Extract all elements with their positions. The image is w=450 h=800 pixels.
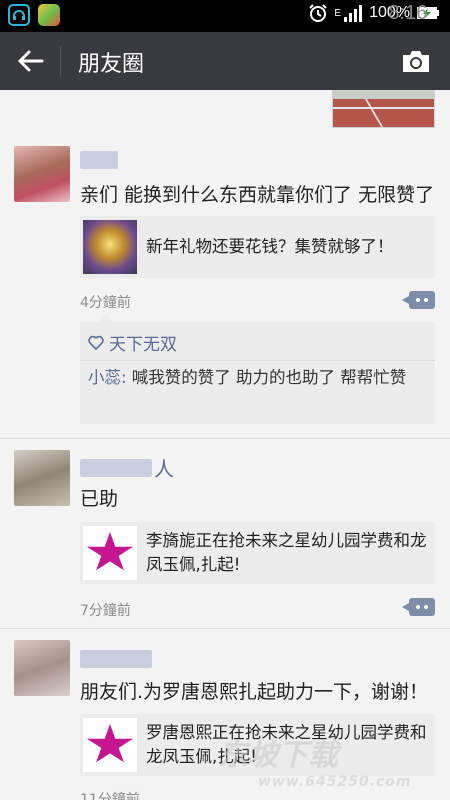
feed-post: 人 已助 李旖旎正在抢未来之星幼儿园学费和龙凤玉佩,扎起! 7分鐘前 xyxy=(0,438,450,629)
avatar[interactable] xyxy=(14,450,70,506)
post-author-name[interactable]: 人 xyxy=(80,457,174,481)
moments-feed[interactable]: 亲们 能换到什么东西就靠你们了 无限赞了 新年礼物还要花钱？集赞就够了！ 4分鐘… xyxy=(0,90,450,800)
comment-text: 喊我赞的赞了 助力的也助了 帮帮忙赞 xyxy=(126,368,407,387)
app-notification-icon xyxy=(38,4,60,26)
signal-icon xyxy=(344,5,363,22)
shared-link-thumbnail xyxy=(83,526,137,580)
feed-post: 亲们 能换到什么东西就靠你们了 无限赞了 新年礼物还要花钱？集赞就够了！ 4分鐘… xyxy=(0,130,450,439)
post-text: 已助 xyxy=(80,488,119,510)
shared-link-thumbnail xyxy=(83,220,137,274)
shared-link-card[interactable]: 新年礼物还要花钱？集赞就够了！ xyxy=(80,216,435,278)
avatar[interactable] xyxy=(14,640,70,696)
network-type: E xyxy=(334,7,342,19)
post-time: 7分鐘前 xyxy=(80,603,131,619)
camera-button[interactable] xyxy=(400,46,432,76)
clock: 8:16 xyxy=(388,1,428,24)
alarm-icon xyxy=(309,4,328,22)
post-time: 11分鐘前 xyxy=(80,792,140,800)
watermark-text: 东坡下载 xyxy=(218,738,338,773)
shared-link-title: 李旖旎正在抢未来之星幼儿园学费和龙凤玉佩,扎起! xyxy=(146,531,427,574)
watermark: 东坡下载 www.645250.com xyxy=(218,730,448,800)
shared-link-title: 新年礼物还要花钱？集赞就够了！ xyxy=(146,237,394,256)
logo-star-icon xyxy=(86,532,134,571)
back-button[interactable] xyxy=(14,46,48,76)
shared-link-card[interactable]: 李旖旎正在抢未来之星幼儿园学费和龙凤玉佩,扎起! xyxy=(80,522,435,584)
arrow-left-icon xyxy=(18,50,44,72)
previous-post-photo[interactable] xyxy=(332,90,435,128)
camera-icon xyxy=(403,51,429,72)
liker-name[interactable]: 天下无双 xyxy=(109,330,177,355)
commenter-name[interactable]: 小蕊: xyxy=(88,368,127,387)
heart-icon xyxy=(88,335,104,350)
shared-link-thumbnail xyxy=(83,718,137,772)
logo-star-icon xyxy=(86,724,134,763)
page-title: 朋友圈 xyxy=(78,52,145,77)
avatar[interactable] xyxy=(14,146,70,202)
comment-button[interactable] xyxy=(402,291,435,309)
status-bar: E 100% 8:16 xyxy=(0,0,450,32)
comment-button[interactable] xyxy=(402,598,435,616)
comment-item[interactable]: 小蕊: 喊我赞的赞了 助力的也助了 帮帮忙赞 xyxy=(88,366,426,390)
post-author-name[interactable] xyxy=(80,650,152,668)
likes-comments-panel: 天下无双 小蕊: 喊我赞的赞了 助力的也助了 帮帮忙赞 xyxy=(80,314,435,424)
post-text: 亲们 能换到什么东西就靠你们了 无限赞了 xyxy=(80,184,435,206)
app-bar-divider xyxy=(60,46,61,76)
headset-notification-icon xyxy=(8,4,30,26)
post-time: 4分鐘前 xyxy=(80,295,131,311)
post-text: 朋友们.为罗唐恩熙扎起助力一下，谢谢！ xyxy=(80,681,429,703)
post-author-name[interactable] xyxy=(80,151,118,169)
app-bar: 朋友圈 xyxy=(0,32,450,90)
likes-row: 天下无双 xyxy=(88,330,177,355)
watermark-url: www.645250.com xyxy=(258,774,412,790)
